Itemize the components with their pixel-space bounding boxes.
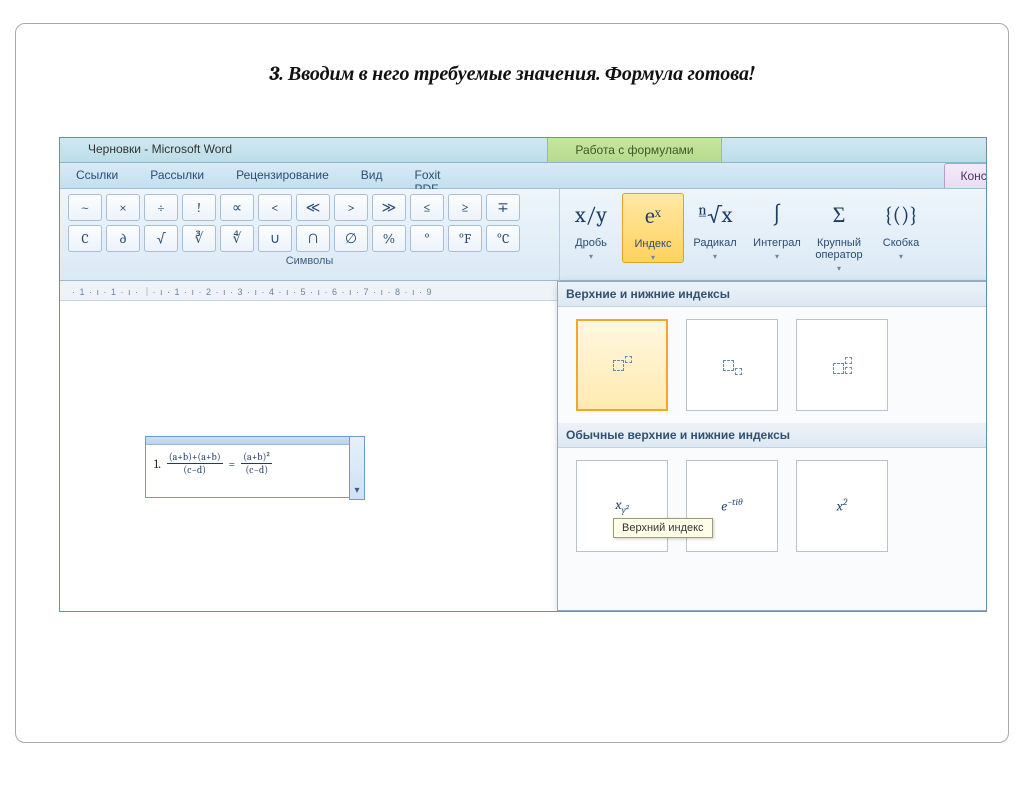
structure-радикал[interactable]: ⁿ√xРадикал▾ bbox=[684, 193, 746, 261]
structure-индекс[interactable]: eˣИндекс▾ bbox=[622, 193, 684, 263]
structures-group: x/yДробь▾eˣИндекс▾ⁿ√xРадикал▾∫Интеграл▾Σ… bbox=[560, 189, 986, 281]
gallery-item-etheta[interactable]: e−tiθ bbox=[686, 460, 778, 552]
tab-mailings[interactable]: Рассылки bbox=[134, 163, 220, 188]
index-gallery: Верхние и нижние индексы Обычные верхние… bbox=[557, 281, 987, 611]
symbol-button[interactable]: ∝ bbox=[220, 194, 254, 221]
structure-icon: ∫ bbox=[748, 195, 806, 235]
equation-content: 1. (a+b)+(a+b) (c−d) = (a+b)² (c−d) bbox=[146, 445, 364, 476]
chevron-down-icon: ▾ bbox=[625, 253, 681, 262]
ribbon: ~×÷!∝<≪>≫≤≥∓ C∂√∛∜∪∩∅%°°F°C Символы x/yД… bbox=[60, 189, 986, 281]
window-title: Черновки - Microsoft Word bbox=[88, 142, 232, 156]
structure-крупный оператор[interactable]: ΣКрупный оператор▾ bbox=[808, 193, 870, 273]
chevron-down-icon: ▾ bbox=[686, 252, 744, 261]
structure-icon: x/y bbox=[562, 195, 620, 235]
symbol-button[interactable]: ∜ bbox=[220, 225, 254, 252]
structure-icon: Σ bbox=[810, 195, 868, 235]
structure-интеграл[interactable]: ∫Интеграл▾ bbox=[746, 193, 808, 261]
tab-foxit[interactable]: Foxit PDF bbox=[399, 163, 457, 188]
symbol-button[interactable]: ≥ bbox=[448, 194, 482, 221]
symbol-button[interactable]: ∪ bbox=[258, 225, 292, 252]
tab-constructor[interactable]: Конструктор bbox=[944, 163, 987, 188]
symbol-button[interactable]: °C bbox=[486, 225, 520, 252]
symbol-button[interactable]: √ bbox=[144, 225, 178, 252]
gallery-header-2: Обычные верхние и нижние индексы bbox=[558, 423, 986, 448]
symbol-button[interactable]: C bbox=[68, 225, 102, 252]
list-number: 1. bbox=[154, 457, 161, 471]
eq-lhs-num: (a+b)+(a+b) bbox=[167, 451, 223, 464]
chevron-down-icon: ▾ bbox=[562, 252, 620, 261]
structure-label: Дробь bbox=[562, 235, 620, 252]
symbol-button[interactable]: ≤ bbox=[410, 194, 444, 221]
slide-title: 3. Вводим в него требуемые значения. Фор… bbox=[16, 24, 1008, 108]
symbol-button[interactable]: ∂ bbox=[106, 225, 140, 252]
symbols-group: ~×÷!∝<≪>≫≤≥∓ C∂√∛∜∪∩∅%°°F°C Символы bbox=[60, 189, 560, 281]
word-window: Черновки - Microsoft Word Работа с форму… bbox=[59, 137, 987, 612]
gallery-item-superscript[interactable] bbox=[576, 319, 668, 411]
gallery-item-xy2[interactable]: xy² bbox=[576, 460, 668, 552]
symbol-button[interactable]: ∅ bbox=[334, 225, 368, 252]
symbol-button[interactable]: ° bbox=[410, 225, 444, 252]
title-bar: Черновки - Microsoft Word Работа с форму… bbox=[60, 138, 986, 163]
gallery-item-supsub[interactable] bbox=[796, 319, 888, 411]
structure-дробь[interactable]: x/yДробь▾ bbox=[560, 193, 622, 261]
gallery-header-1: Верхние и нижние индексы bbox=[558, 282, 986, 307]
symbol-button[interactable]: ∓ bbox=[486, 194, 520, 221]
chevron-down-icon: ▾ bbox=[872, 252, 930, 261]
eq-rhs-den: (c−d) bbox=[243, 464, 270, 476]
tooltip-superscript: Верхний индекс bbox=[613, 518, 713, 538]
gallery-item-x2[interactable]: x2 bbox=[796, 460, 888, 552]
structure-icon: ⁿ√x bbox=[686, 195, 744, 235]
chevron-down-icon: ▾ bbox=[810, 264, 868, 273]
structure-label: Индекс bbox=[625, 236, 681, 253]
tab-view[interactable]: Вид bbox=[345, 163, 399, 188]
tab-references[interactable]: Ссылки bbox=[60, 163, 134, 188]
symbol-button[interactable]: > bbox=[334, 194, 368, 221]
symbol-button[interactable]: ≫ bbox=[372, 194, 406, 221]
eq-equals: = bbox=[229, 457, 236, 471]
equation-object[interactable]: ▾ 1. (a+b)+(a+b) (c−d) = (a+b)² (c−d) bbox=[145, 436, 365, 498]
symbols-group-label: Символы bbox=[60, 255, 559, 267]
symbol-button[interactable]: × bbox=[106, 194, 140, 221]
symbol-button[interactable]: ~ bbox=[68, 194, 102, 221]
tab-review[interactable]: Рецензирование bbox=[220, 163, 345, 188]
gallery-item-subscript[interactable] bbox=[686, 319, 778, 411]
symbol-button[interactable]: ≪ bbox=[296, 194, 330, 221]
contextual-tab-title: Работа с формулами bbox=[547, 138, 722, 162]
ribbon-tabs: Ссылки Рассылки Рецензирование Вид Foxit… bbox=[60, 163, 986, 189]
eq-lhs-den: (c−d) bbox=[181, 464, 208, 476]
eq-rhs-num: (a+b)² bbox=[241, 451, 272, 464]
structure-icon: {()} bbox=[872, 195, 930, 235]
structure-label: Интеграл bbox=[748, 235, 806, 252]
structure-label: Радикал bbox=[686, 235, 744, 252]
symbol-button[interactable]: ÷ bbox=[144, 194, 178, 221]
structure-скобка[interactable]: {()}Скобка▾ bbox=[870, 193, 932, 261]
symbol-button[interactable]: ∛ bbox=[182, 225, 216, 252]
symbol-button[interactable]: % bbox=[372, 225, 406, 252]
structure-icon: eˣ bbox=[625, 196, 681, 236]
chevron-down-icon: ▾ bbox=[748, 252, 806, 261]
equation-dropdown[interactable]: ▾ bbox=[349, 436, 365, 500]
symbol-button[interactable]: ! bbox=[182, 194, 216, 221]
equation-handle[interactable] bbox=[146, 437, 364, 445]
symbol-button[interactable]: < bbox=[258, 194, 292, 221]
structure-label: Скобка bbox=[872, 235, 930, 252]
symbol-button[interactable]: °F bbox=[448, 225, 482, 252]
structure-label: Крупный оператор bbox=[810, 235, 868, 264]
symbol-button[interactable]: ∩ bbox=[296, 225, 330, 252]
